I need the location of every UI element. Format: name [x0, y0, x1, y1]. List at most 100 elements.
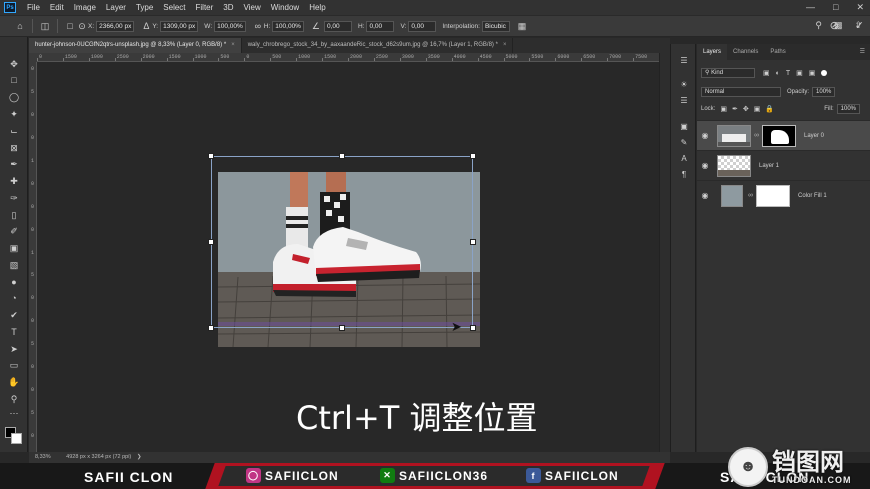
layer-name[interactable]: Layer 1 [759, 163, 779, 169]
layer-mask-thumbnail[interactable] [762, 124, 796, 147]
dodge-tool-icon[interactable]: ◔ [6, 291, 22, 305]
delta-icon[interactable]: Δ [140, 20, 152, 32]
layer-filter-icons[interactable]: ▣◐T▣▣ [763, 69, 821, 77]
canvas-scrollbar[interactable] [659, 53, 670, 452]
transform-handle-top-left[interactable] [208, 153, 214, 159]
reference-point-icon[interactable]: ⊙ [76, 20, 88, 32]
fill-field[interactable]: 100% [836, 104, 860, 114]
libraries-panel-icon[interactable]: ▣ [677, 120, 691, 133]
warp-icon[interactable]: ▦ [516, 20, 528, 32]
panel-menu-icon[interactable]: ☰ [860, 44, 870, 60]
menu-select[interactable]: Select [158, 3, 190, 12]
angle-field[interactable]: 0,00 [323, 20, 352, 32]
move-tool-preset-icon[interactable]: ◫ [39, 20, 51, 32]
visibility-eye-icon[interactable]: ◉ [697, 131, 713, 140]
menu-edit[interactable]: Edit [45, 3, 69, 12]
transform-handle-left[interactable] [208, 239, 214, 245]
menu-filter[interactable]: Filter [191, 3, 219, 12]
background-color-swatch[interactable] [11, 433, 22, 444]
rectangle-tool-icon[interactable]: ▭ [6, 358, 22, 372]
transform-bounding-box[interactable] [208, 153, 476, 331]
vertical-skew-field[interactable]: 0,00 [408, 20, 437, 32]
clone-stamp-tool-icon[interactable]: ▯ [6, 208, 22, 222]
menu-type[interactable]: Type [131, 3, 158, 12]
brush-panel-icon[interactable]: ✎ [677, 136, 691, 149]
path-selection-tool-icon[interactable]: ➤ [6, 342, 22, 356]
paragraph-panel-icon[interactable]: ¶ [677, 168, 691, 181]
eyedropper-tool-icon[interactable]: ✒ [6, 157, 22, 171]
filter-kind-select[interactable]: ⚲ Kind [701, 68, 755, 78]
layer-row-color-fill-1[interactable]: ◉ ∞ Color Fill 1 [697, 180, 870, 210]
transform-handle-right[interactable] [470, 239, 476, 245]
tab-waly-chrobrego[interactable]: waly_chrobrego_stock_34_by_aaxaandeRic_s… [242, 38, 514, 53]
layer-name[interactable]: Color Fill 1 [798, 193, 827, 199]
vertical-ruler[interactable]: 0 5 0 0 1 0 0 0 1 5 0 0 5 0 0 5 0 [29, 62, 37, 452]
menu-3d[interactable]: 3D [218, 3, 238, 12]
link-icon[interactable]: ∞ [252, 20, 264, 32]
menu-image[interactable]: Image [69, 3, 101, 12]
horizontal-skew-field[interactable]: 0,00 [366, 20, 395, 32]
character-panel-icon[interactable]: A [677, 152, 691, 165]
crop-tool-icon[interactable]: ⌙ [6, 124, 22, 138]
adjustments-panel-icon[interactable]: ☀ [677, 78, 691, 91]
gradient-tool-icon[interactable]: ▧ [6, 258, 22, 272]
healing-brush-tool-icon[interactable]: ✚ [6, 174, 22, 188]
opacity-field[interactable]: 100% [812, 87, 836, 97]
hand-tool-icon[interactable]: ✋ [6, 375, 22, 389]
y-position-field[interactable]: 1309,00 px [160, 20, 199, 32]
type-tool-icon[interactable]: T [6, 325, 22, 339]
tab-channels[interactable]: Channels [727, 44, 764, 60]
lasso-tool-icon[interactable]: ◯ [6, 90, 22, 104]
layer-name[interactable]: Layer 0 [804, 133, 824, 139]
layer-row-layer-1[interactable]: ◉ Layer 1 [697, 150, 870, 180]
home-icon[interactable]: ⌂ [14, 20, 26, 32]
filter-toggle-icon[interactable] [821, 70, 828, 76]
transform-handle-bottom-left[interactable] [208, 325, 214, 331]
transform-handle-top[interactable] [339, 153, 345, 159]
close-icon[interactable]: ✕ [856, 0, 864, 15]
transform-handle-top-right[interactable] [470, 153, 476, 159]
zoom-level[interactable]: 8,33% [35, 454, 51, 460]
mask-link-icon[interactable]: ∞ [748, 192, 753, 199]
close-tab-icon[interactable]: × [231, 42, 235, 48]
history-brush-tool-icon[interactable]: ✐ [6, 224, 22, 238]
more-tools-icon[interactable]: ⋯ [6, 406, 22, 420]
layer-mask-thumbnail[interactable] [756, 184, 790, 207]
frame-tool-icon[interactable]: ⊠ [6, 141, 22, 155]
properties-panel-icon[interactable]: ☰ [677, 94, 691, 107]
zoom-tool-icon[interactable]: ⚲ [6, 392, 22, 406]
brush-tool-icon[interactable]: ✑ [6, 191, 22, 205]
menu-view[interactable]: View [239, 3, 266, 12]
minimize-icon[interactable]: — [806, 0, 815, 15]
height-field[interactable]: 100,00% [272, 20, 304, 32]
share-icon[interactable]: ⇧ [854, 20, 862, 31]
interpolation-select[interactable]: Bicubic [481, 20, 510, 32]
quick-select-tool-icon[interactable]: ✦ [6, 107, 22, 121]
mask-link-icon[interactable]: ∞ [754, 132, 759, 139]
transform-handle-bottom[interactable] [339, 325, 345, 331]
layer-row-layer-0[interactable]: ◉ ∞ Layer 0 [697, 120, 870, 150]
width-field[interactable]: 100,00% [214, 20, 246, 32]
horizontal-ruler[interactable]: 0 1500 1000 2500 2000 1500 1000 500 0 500 1000 1500… [37, 53, 659, 62]
pen-tool-icon[interactable]: ✔ [6, 308, 22, 322]
reference-point-checkbox[interactable]: □ [64, 20, 76, 32]
eraser-tool-icon[interactable]: ▣ [6, 241, 22, 255]
tab-paths[interactable]: Paths [764, 44, 791, 60]
history-panel-icon[interactable]: ☰ [677, 54, 691, 67]
close-tab-icon[interactable]: × [503, 42, 507, 48]
menu-help[interactable]: Help [304, 3, 330, 12]
menu-file[interactable]: File [22, 3, 45, 12]
tab-hunter-johnson[interactable]: hunter-johnson-0UCGfN2qtrs-unsplash.jpg … [29, 38, 242, 53]
menu-layer[interactable]: Layer [101, 3, 131, 12]
tab-layers[interactable]: Layers [697, 44, 728, 60]
blur-tool-icon[interactable]: ● [6, 275, 22, 289]
canvas-area[interactable]: ➤ Ctrl+T 调整位置 [38, 62, 659, 452]
x-position-field[interactable]: 2366,00 px [96, 20, 135, 32]
move-tool-icon[interactable]: ✥ [6, 57, 22, 71]
status-arrow-icon[interactable]: ❯ [137, 454, 142, 460]
visibility-eye-icon[interactable]: ◉ [697, 191, 713, 200]
transform-handle-bottom-right[interactable] [470, 325, 476, 331]
maximize-icon[interactable]: □ [833, 0, 838, 15]
workspace-icon[interactable]: ▩ [834, 20, 843, 31]
ruler-corner[interactable] [29, 53, 37, 62]
